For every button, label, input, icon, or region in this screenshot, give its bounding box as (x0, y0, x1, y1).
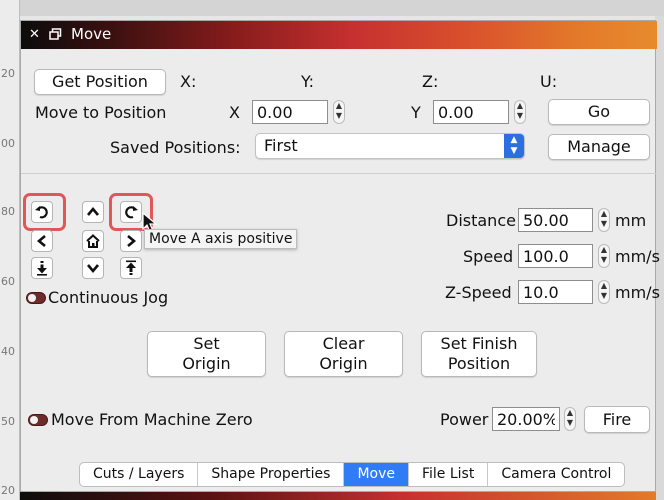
move-from-machine-zero-label: Move From Machine Zero (51, 410, 253, 429)
x-axis-label: X: (180, 72, 197, 91)
set-origin-label-line1: Set (193, 334, 220, 353)
rotate-ccw-icon (35, 206, 48, 219)
move-window: ✕ Move Get Position X: Y: Z: U: Move to … (20, 20, 660, 492)
jog-right-button[interactable] (120, 230, 142, 252)
vertical-ruler: 20 00 80 60 40 50 20 (0, 0, 20, 500)
z-down-arrow-icon (37, 261, 47, 276)
move-from-machine-zero-toggle[interactable] (28, 414, 48, 426)
tab-camera-control[interactable]: Camera Control (488, 463, 624, 486)
float-window-icon[interactable] (47, 26, 64, 43)
z-speed-input[interactable] (518, 280, 593, 304)
section-divider (21, 173, 657, 174)
jog-z-up-button[interactable] (120, 257, 142, 279)
z-speed-label: Z-Speed (445, 283, 512, 302)
title-bar[interactable]: ✕ Move (21, 21, 657, 49)
continuous-jog-label: Continuous Jog (48, 288, 169, 307)
rotate-cw-icon (125, 206, 138, 219)
tab-move[interactable]: Move (344, 463, 409, 486)
fire-button[interactable]: Fire (584, 406, 650, 433)
set-finish-label-line2: Position (447, 354, 511, 373)
set-finish-position-button[interactable]: Set Finish Position (421, 331, 537, 377)
close-icon[interactable]: ✕ (26, 26, 43, 43)
ruler-tick: 20 (1, 67, 15, 80)
chevron-right-icon (127, 235, 137, 247)
saved-positions-select[interactable]: First ▲ ▼ (255, 133, 525, 159)
saved-positions-label: Saved Positions: (110, 138, 241, 157)
tab-shape-properties[interactable]: Shape Properties (198, 463, 345, 486)
distance-label: Distance (446, 211, 516, 230)
ruler-tick: 00 (1, 137, 15, 150)
continuous-jog-toggle[interactable] (26, 292, 46, 304)
get-position-button[interactable]: Get Position (34, 69, 166, 95)
chevron-down-icon (87, 264, 99, 274)
home-icon (86, 234, 100, 248)
distance-input[interactable] (518, 208, 593, 232)
jog-home-button[interactable] (82, 230, 104, 252)
set-origin-button[interactable]: Set Origin (147, 331, 266, 377)
distance-stepper[interactable]: ▲ ▼ (598, 208, 610, 232)
clear-origin-label-line2: Origin (319, 354, 368, 373)
speed-stepper[interactable]: ▲ ▼ (598, 244, 610, 268)
z-up-arrow-icon (126, 260, 136, 275)
jog-z-down-button[interactable] (31, 257, 53, 279)
x-field-label: X (229, 103, 240, 122)
go-button[interactable]: Go (548, 99, 650, 125)
background-toolbar (0, 0, 664, 16)
ruler-tick: 80 (1, 205, 15, 218)
saved-positions-value: First (264, 136, 298, 155)
window-title: Move (71, 25, 112, 43)
chevron-left-icon (36, 235, 46, 247)
set-finish-label-line1: Set Finish (440, 334, 518, 353)
clear-origin-button[interactable]: Clear Origin (284, 331, 403, 377)
jog-left-button[interactable] (31, 230, 53, 252)
next-panel-title-bar (20, 492, 656, 500)
power-input[interactable] (492, 407, 560, 431)
ruler-tick: 60 (1, 275, 15, 288)
power-label: Power (440, 410, 489, 429)
y-position-input[interactable] (433, 100, 509, 124)
z-axis-label: Z: (422, 72, 439, 91)
y-field-label: Y (411, 103, 421, 122)
move-to-position-label: Move to Position (35, 103, 167, 122)
z-speed-unit: mm/s (615, 283, 660, 302)
y-position-stepper[interactable]: ▲ ▼ (514, 100, 526, 124)
tab-file-list[interactable]: File List (409, 463, 489, 486)
x-position-stepper[interactable]: ▲ ▼ (333, 100, 345, 124)
set-origin-label-line2: Origin (182, 354, 231, 373)
jog-down-button[interactable] (82, 257, 104, 279)
speed-input[interactable] (518, 244, 593, 268)
ruler-tick: 40 (1, 345, 15, 358)
distance-unit: mm (615, 211, 647, 230)
rotate-a-negative-button[interactable] (31, 201, 53, 223)
chevron-up-icon (87, 206, 99, 216)
tooltip: Move A axis positive (144, 229, 298, 249)
power-stepper[interactable]: ▲ ▼ (564, 407, 576, 431)
u-axis-label: U: (540, 72, 558, 91)
x-position-input[interactable] (252, 100, 328, 124)
manage-button[interactable]: Manage (548, 134, 650, 160)
y-axis-label: Y: (301, 72, 315, 91)
clear-origin-label-line1: Clear (322, 334, 365, 353)
ruler-tick: 50 (1, 415, 15, 428)
panel-tab-bar: Cuts / Layers Shape Properties Move File… (79, 462, 626, 487)
speed-unit: mm/s (615, 247, 660, 266)
chevron-up-down-icon: ▲ ▼ (504, 134, 524, 158)
speed-label: Speed (463, 247, 514, 266)
tab-cuts-layers[interactable]: Cuts / Layers (80, 463, 199, 486)
z-speed-stepper[interactable]: ▲ ▼ (598, 280, 610, 304)
rotate-a-positive-button[interactable] (120, 201, 142, 223)
jog-up-button[interactable] (82, 201, 104, 223)
ruler-tick: 20 (1, 484, 15, 497)
